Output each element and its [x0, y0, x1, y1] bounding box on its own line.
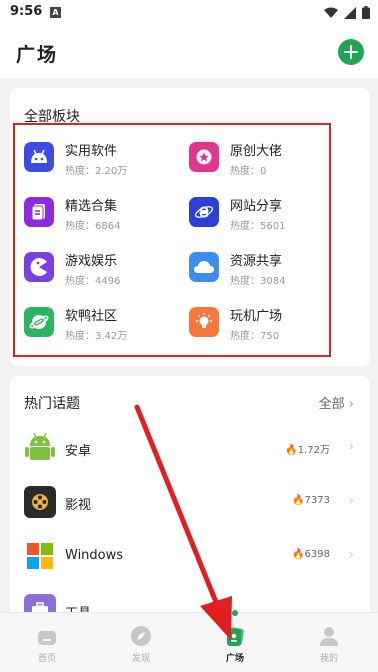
notification-icon: A	[50, 7, 61, 18]
tab-me[interactable]: 我的	[282, 613, 376, 672]
tab-discover[interactable]: 发现	[94, 613, 188, 672]
board-item-resources[interactable]: 资源共享 热度：3084	[189, 248, 339, 288]
topic-name: 安卓	[65, 444, 92, 459]
board-name: 资源共享	[230, 254, 283, 269]
app-header: 广场	[0, 26, 378, 78]
board-heat: 热度：750	[230, 331, 280, 342]
topic-heat: 🔥6398	[292, 549, 330, 560]
topic-heat: 🔥1.72万	[285, 445, 330, 456]
user-icon	[320, 627, 338, 646]
board-heat: 热度：3.42万	[65, 331, 128, 342]
board-item-original[interactable]: 原创大佬 热度：0	[189, 138, 339, 178]
board-item-software[interactable]: 实用软件 热度：2.20万	[24, 138, 174, 178]
fire-icon: 🔥	[285, 445, 298, 456]
topic-row-windows[interactable]: Windows 🔥6398 ›	[10, 530, 370, 584]
board-item-website[interactable]: 网站分享 热度：5601	[189, 193, 339, 233]
chevron-right-icon: ›	[348, 397, 354, 412]
hot-topics-card: 热门话题 全部 › 安卓 🔥1.72万 › 影视 🔥7373 › Windows…	[10, 376, 370, 636]
page-title: 广场	[16, 44, 59, 66]
board-item-plaza[interactable]: 玩机广场 热度：750	[189, 303, 339, 343]
windows-logo-icon	[24, 540, 56, 572]
board-name: 玩机广场	[230, 309, 283, 324]
android-icon	[24, 142, 54, 172]
topic-name: 影视	[65, 498, 92, 513]
battery-icon	[362, 6, 370, 19]
board-heat: 热度：0	[230, 166, 267, 177]
active-tab-dot	[232, 610, 238, 616]
board-name: 实用软件	[65, 144, 118, 159]
board-name: 网站分享	[230, 199, 283, 214]
board-item-games[interactable]: 游戏娱乐 热度：4496	[24, 248, 174, 288]
topics-all-link[interactable]: 全部 ›	[319, 393, 354, 412]
board-item-community[interactable]: 软鸭社区 热度：3.42万	[24, 303, 174, 343]
tab-plaza[interactable]: 广场	[188, 613, 282, 672]
tab-label: 首页	[37, 654, 56, 664]
tab-label: 我的	[319, 654, 338, 664]
topic-row-video[interactable]: 影视 🔥7373 ›	[10, 476, 370, 530]
topic-name: Windows	[65, 548, 124, 563]
board-heat: 热度：6864	[65, 221, 121, 232]
topics-all-label: 全部	[318, 397, 345, 412]
board-name: 游戏娱乐	[65, 254, 118, 269]
browser-e-icon	[189, 197, 219, 227]
film-reel-icon	[24, 486, 56, 518]
tab-home[interactable]: 首页	[0, 613, 94, 672]
status-bar: 9:56 A	[0, 0, 378, 26]
board-name: 原创大佬	[230, 144, 283, 159]
android-robot-icon	[24, 432, 56, 464]
topic-heat: 🔥7373	[292, 495, 330, 506]
system-icons	[324, 6, 370, 19]
add-button[interactable]	[338, 39, 364, 65]
bottom-tab-bar: 首页 发现 广场 我的	[0, 612, 378, 672]
topics-title: 热门话题	[24, 396, 80, 412]
board-heat: 热度：4496	[65, 276, 121, 287]
collection-icon	[24, 197, 54, 227]
compass-icon	[131, 626, 151, 646]
home-icon	[38, 631, 56, 645]
chevron-right-icon: ›	[348, 439, 354, 455]
wifi-icon	[324, 7, 338, 18]
tab-label: 发现	[131, 654, 150, 664]
planet-icon	[24, 307, 54, 337]
chevron-right-icon: ›	[348, 547, 354, 563]
chevron-right-icon: ›	[348, 493, 354, 509]
board-item-collection[interactable]: 精选合集 热度：6864	[24, 193, 174, 233]
all-boards-card: 全部板块 实用软件 热度：2.20万 原创大佬 热度：0 精选合集 热度：686…	[10, 88, 370, 366]
fire-icon: 🔥	[292, 495, 305, 506]
tab-label: 广场	[225, 654, 244, 664]
board-heat: 热度：2.20万	[65, 166, 128, 177]
signal-icon	[344, 6, 356, 19]
topic-row-android[interactable]: 安卓 🔥1.72万 ›	[10, 422, 370, 476]
bulb-icon	[189, 307, 219, 337]
board-name: 软鸭社区	[65, 309, 118, 324]
status-time: 9:56	[10, 4, 43, 19]
pacman-icon	[24, 252, 54, 282]
star-badge-icon	[189, 142, 219, 172]
plaza-icon	[227, 627, 244, 646]
board-heat: 热度：5601	[230, 221, 286, 232]
board-heat: 热度：3084	[230, 276, 286, 287]
cloud-icon	[189, 252, 219, 282]
fire-icon: 🔥	[292, 549, 305, 560]
board-name: 精选合集	[65, 199, 118, 214]
